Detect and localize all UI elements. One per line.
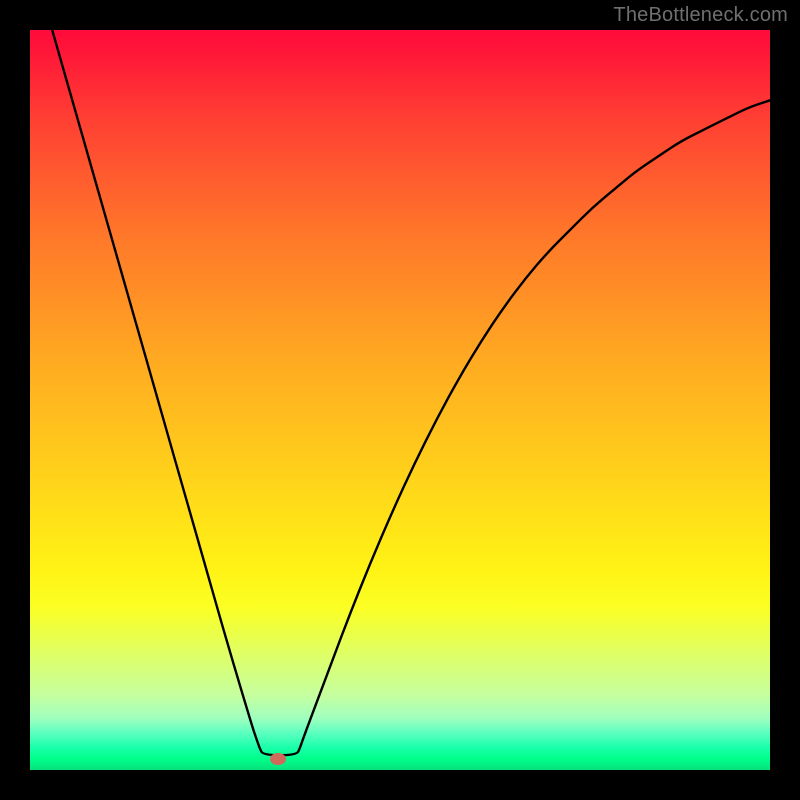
watermark-text: TheBottleneck.com	[613, 4, 788, 27]
plot-area	[30, 30, 770, 770]
bottleneck-curve	[30, 30, 770, 770]
optimum-marker-icon	[270, 753, 286, 765]
chart-frame: TheBottleneck.com	[0, 0, 800, 800]
